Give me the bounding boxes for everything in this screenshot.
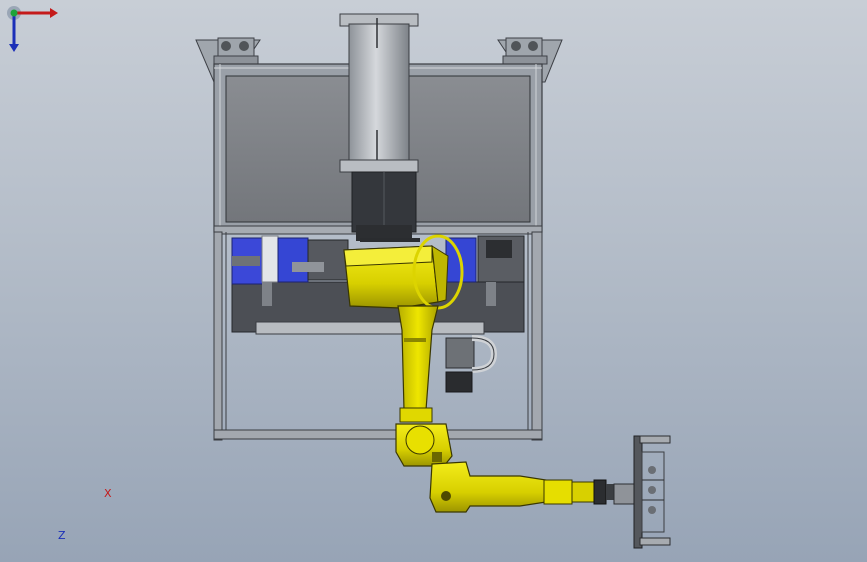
cable-unit	[445, 335, 498, 393]
robot-forearm	[429, 461, 616, 513]
robot-elbow	[395, 423, 453, 467]
vertical-column	[339, 13, 419, 241]
end-effector-tool	[613, 435, 671, 549]
cad-viewport[interactable]: X Z	[0, 0, 867, 562]
y-axis-dot	[10, 9, 18, 17]
robot-shoulder	[343, 234, 464, 310]
robot-cell-model	[195, 13, 671, 549]
robot-upper-arm	[397, 305, 439, 423]
z-axis-label: Z	[58, 529, 66, 542]
axis-triad	[7, 6, 58, 52]
x-axis-label: X	[104, 487, 112, 500]
